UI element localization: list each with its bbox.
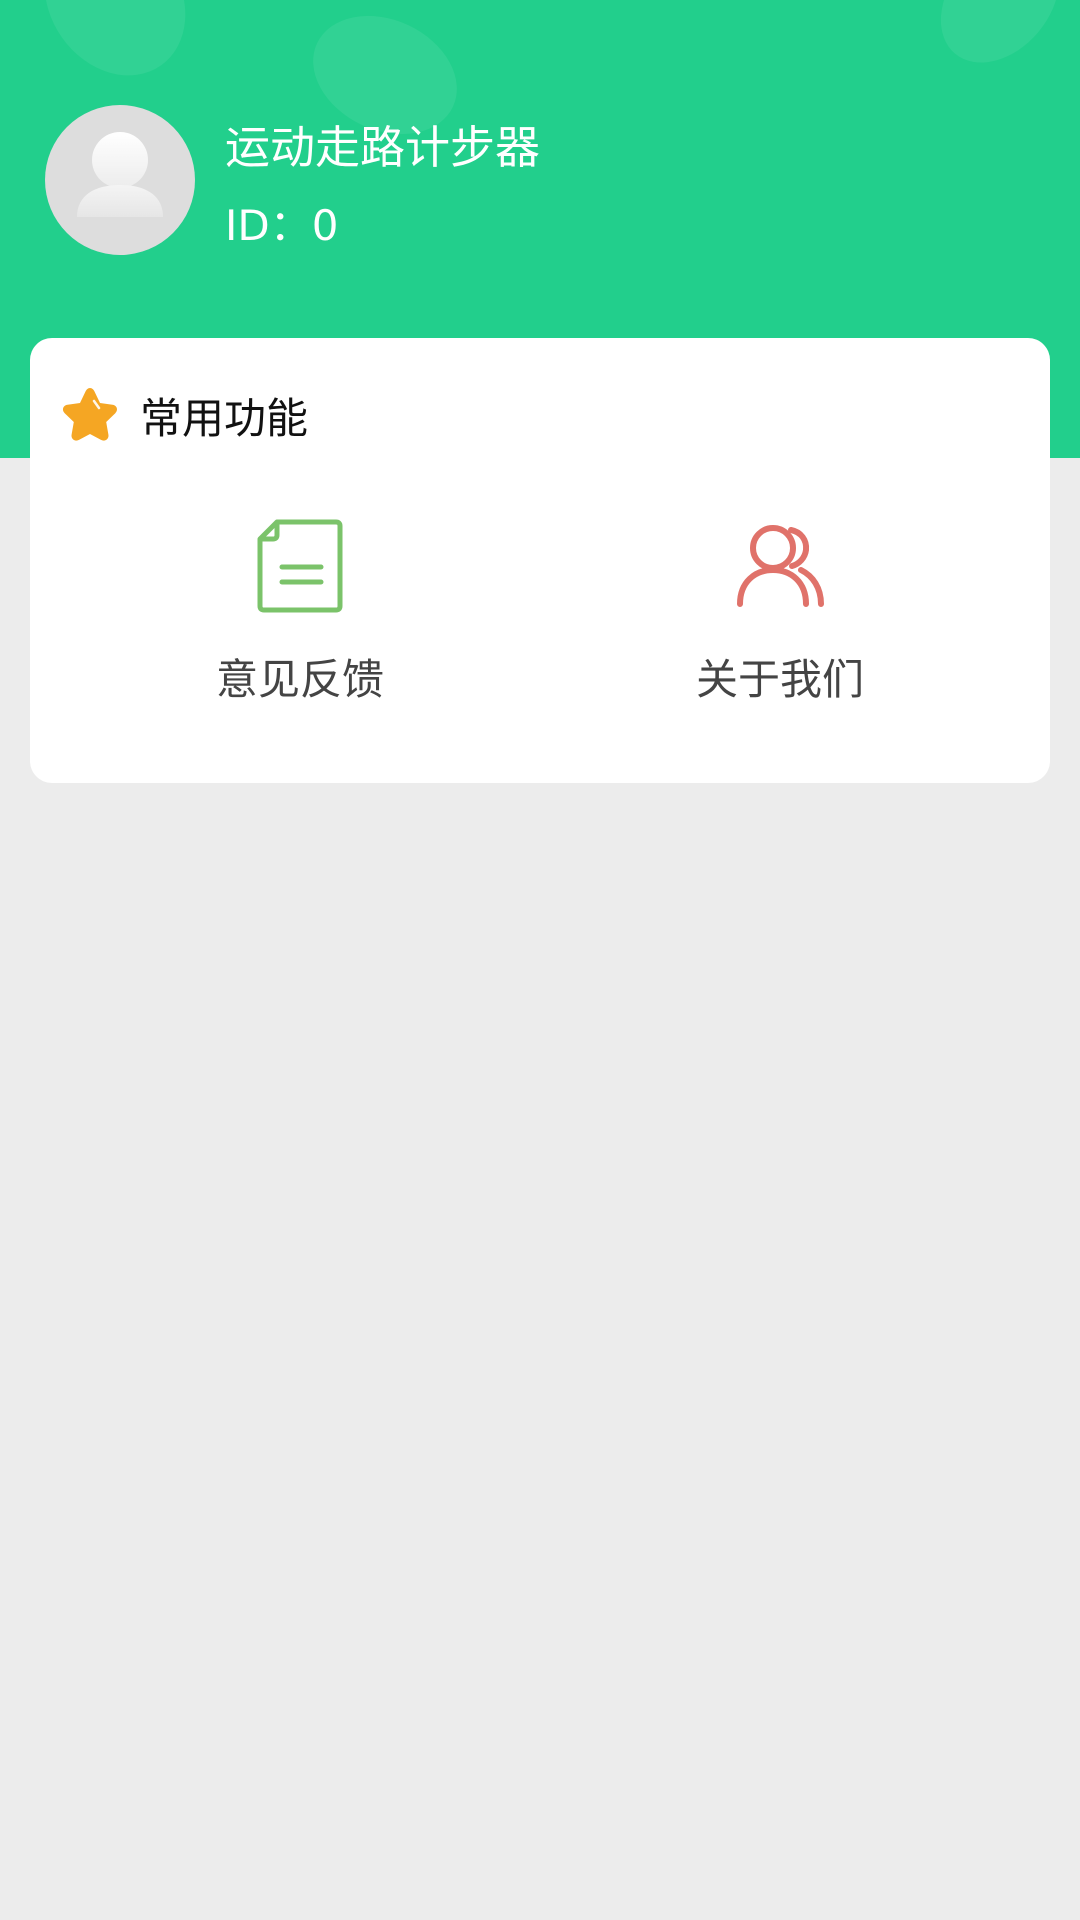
- about-us-label: 关于我们: [695, 655, 864, 704]
- feedback-button[interactable]: 意见反馈: [150, 518, 450, 718]
- decorative-bubble: [916, 0, 1080, 86]
- feedback-label: 意见反馈: [215, 655, 384, 704]
- document-icon: [257, 519, 343, 613]
- app-name: 运动走路计步器: [225, 121, 541, 174]
- common-functions-card: 常用功能 意见反馈 关于我们: [30, 338, 1050, 783]
- star-icon: [62, 388, 118, 441]
- card-header: 常用功能: [58, 383, 308, 447]
- users-icon: [737, 525, 824, 607]
- user-id: ID：0: [225, 201, 339, 250]
- profile-page: 运动走路计步器 ID：0 常用功能 意见反馈 关于我们: [0, 0, 1080, 1920]
- about-us-button[interactable]: 关于我们: [630, 518, 930, 718]
- avatar[interactable]: [45, 105, 195, 255]
- decorative-bubble: [15, 0, 215, 103]
- card-title: 常用功能: [140, 393, 309, 443]
- user-avatar-icon: [77, 132, 163, 217]
